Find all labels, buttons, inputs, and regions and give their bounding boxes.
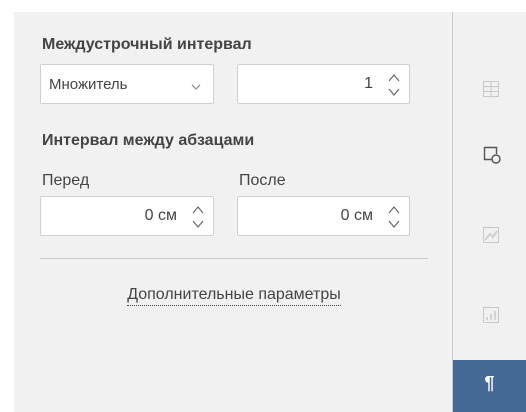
image-settings-icon[interactable] — [482, 226, 500, 244]
spin-up-icon — [388, 206, 400, 214]
spacing-after-label: После — [239, 172, 286, 189]
paragraph-spacing-title: Интервал между абзацами — [42, 132, 255, 149]
shape-settings-icon[interactable] — [481, 144, 503, 166]
line-spacing-mode-select[interactable]: Множитель — [40, 64, 214, 104]
paragraph-settings-icon: ¶ — [484, 373, 495, 393]
spin-down-icon — [192, 220, 204, 228]
advanced-settings-link[interactable]: Дополнительные параметры — [127, 286, 341, 306]
line-spacing-title: Междустрочный интервал — [42, 36, 252, 53]
table-settings-icon[interactable] — [482, 80, 500, 98]
line-spacing-value-input[interactable]: 1 — [237, 64, 410, 104]
spacing-after-spinner[interactable] — [385, 202, 403, 232]
line-spacing-spinner[interactable] — [385, 70, 403, 100]
chart-settings-icon[interactable] — [482, 306, 500, 324]
spin-down-icon — [388, 88, 400, 96]
line-spacing-mode-value: Множитель — [49, 76, 128, 93]
line-spacing-value: 1 — [364, 75, 373, 92]
spin-down-icon — [388, 220, 400, 228]
chevron-down-icon — [191, 79, 201, 97]
spacing-before-label: Перед — [42, 172, 90, 189]
section-divider — [40, 258, 428, 259]
spin-up-icon — [388, 74, 400, 82]
right-settings-toolbar — [452, 12, 526, 412]
advanced-settings-link-wrap: Дополнительные параметры — [40, 286, 428, 306]
spacing-before-spinner[interactable] — [189, 202, 207, 232]
paragraph-settings-tab[interactable]: ¶ — [453, 360, 526, 412]
spacing-after-value: 0 см — [340, 207, 373, 224]
spin-up-icon — [192, 206, 204, 214]
spacing-before-value: 0 см — [144, 207, 177, 224]
spacing-after-input[interactable]: 0 см — [237, 196, 410, 236]
spacing-before-input[interactable]: 0 см — [40, 196, 214, 236]
